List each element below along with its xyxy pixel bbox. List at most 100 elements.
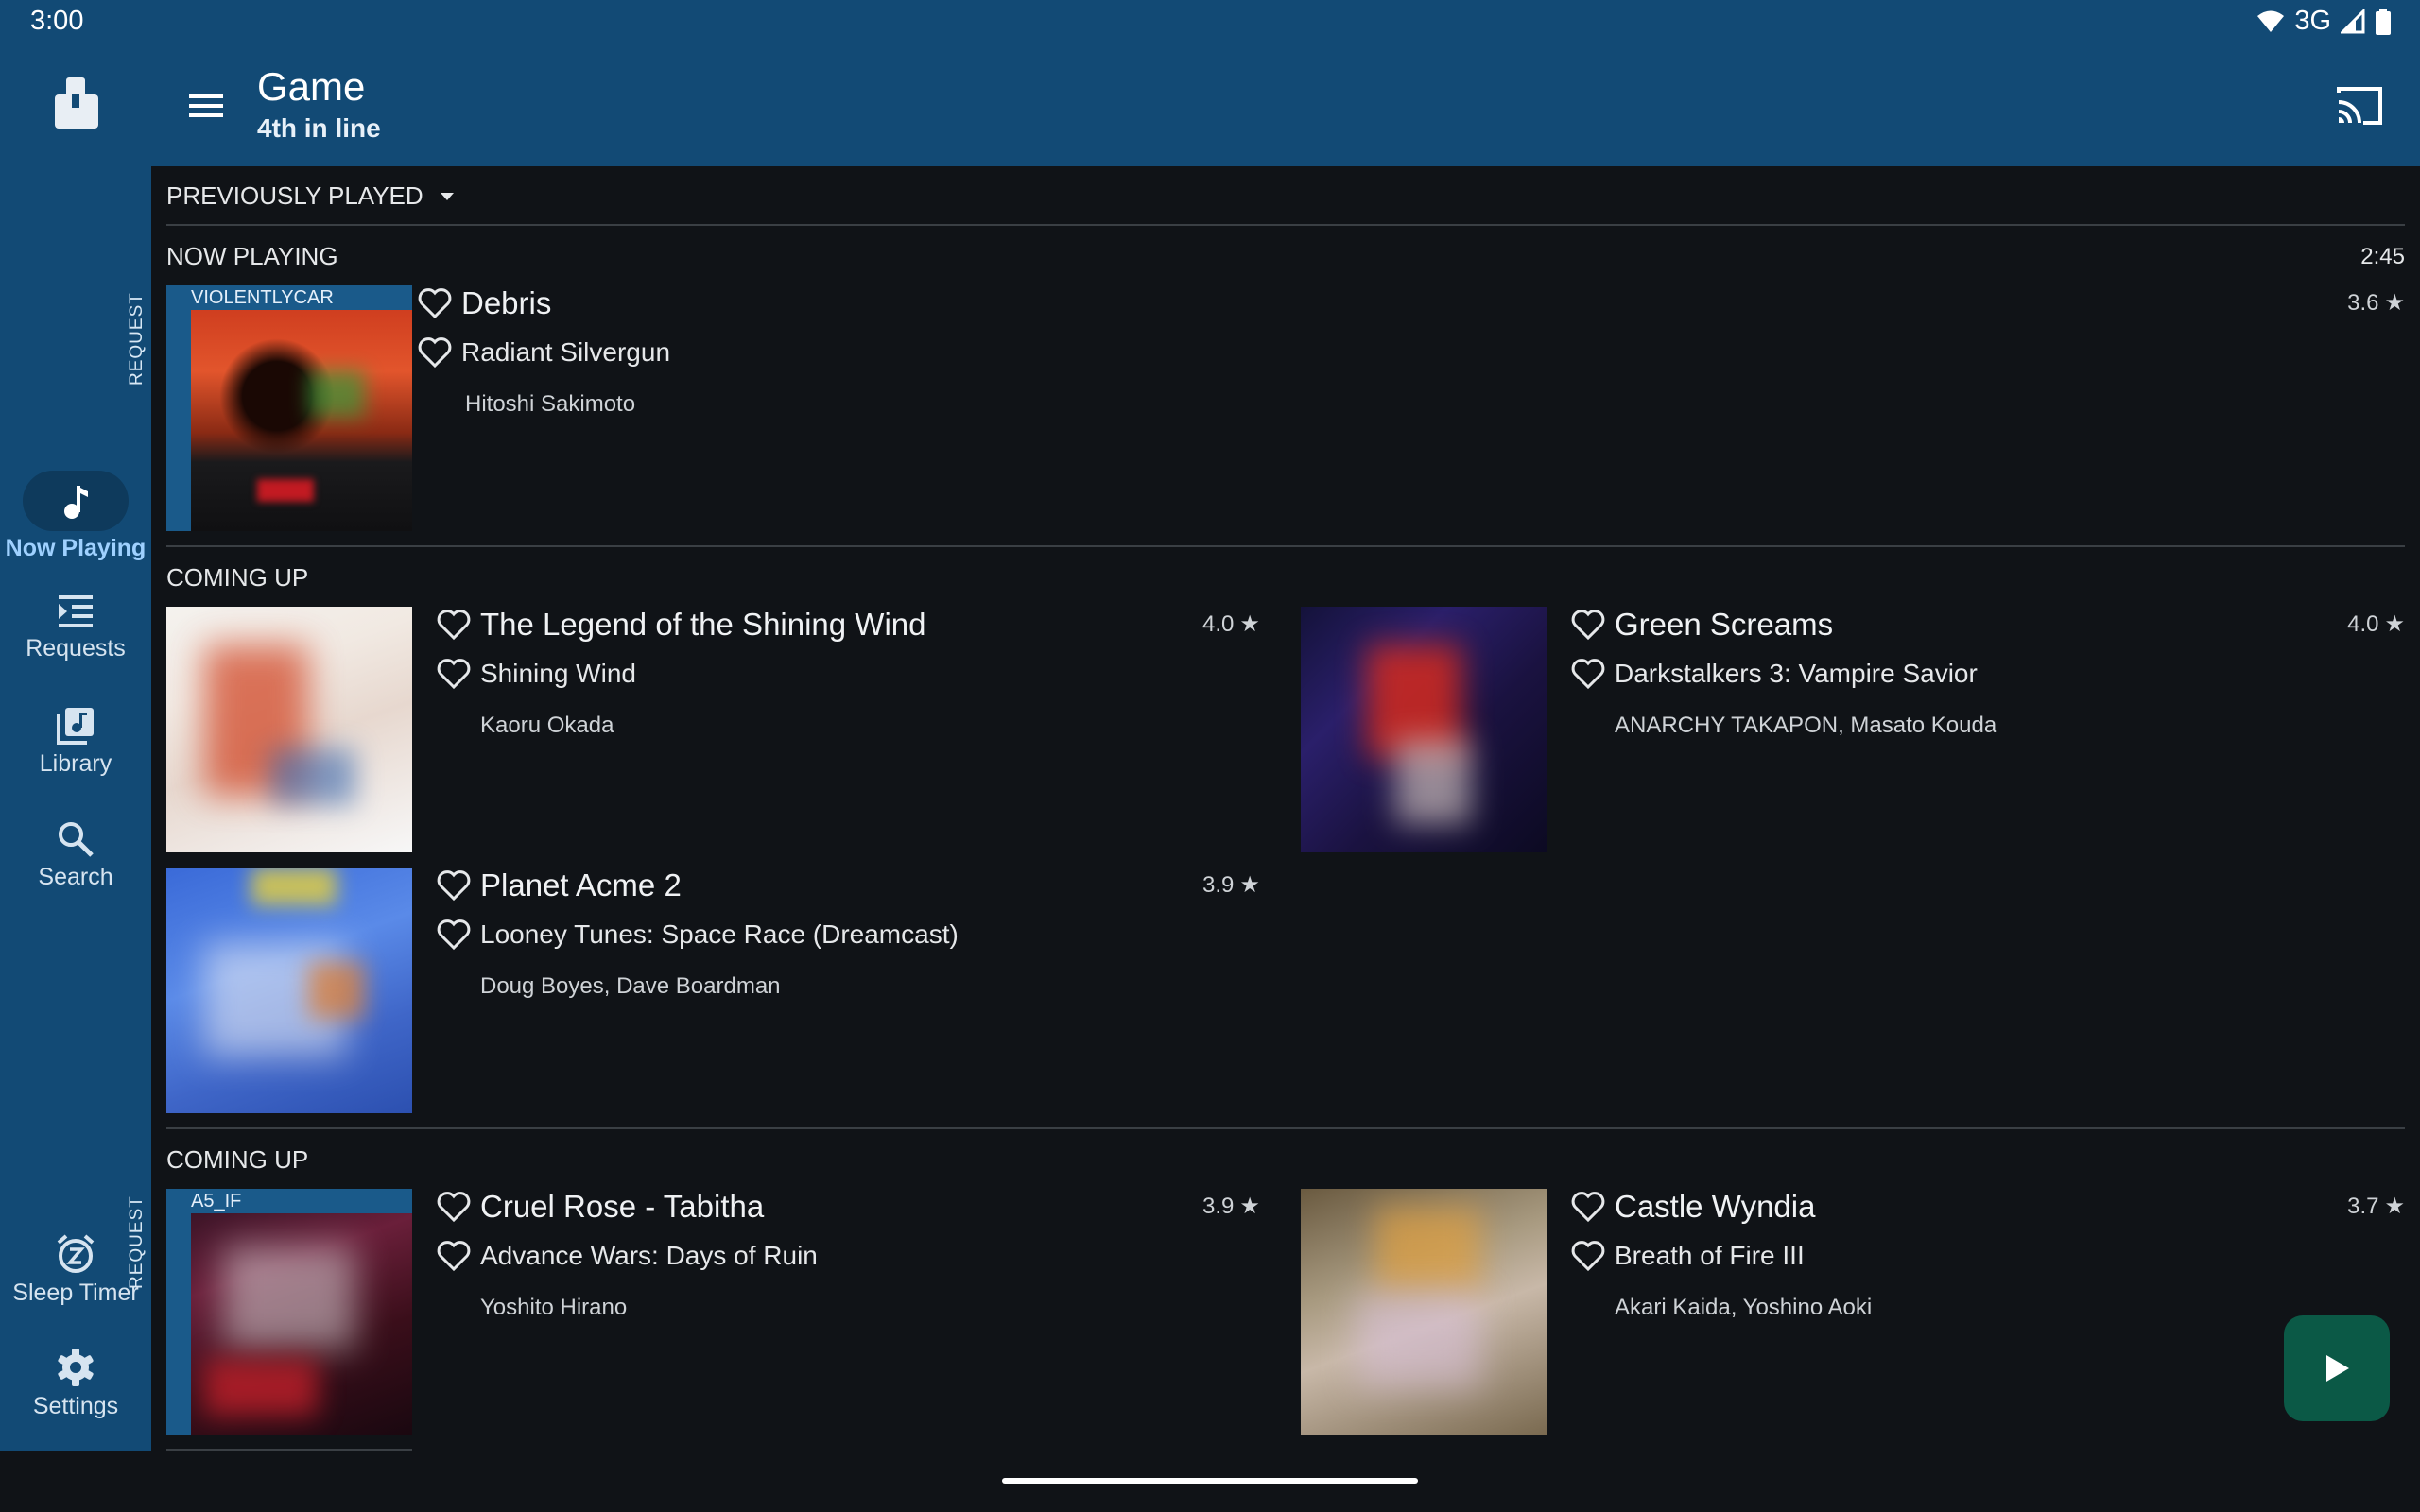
- favorite-album-heart-icon[interactable]: [437, 658, 471, 690]
- album-art: [1301, 1189, 1547, 1435]
- nav-active-indicator: [23, 471, 129, 531]
- nav-label: Library: [39, 750, 112, 777]
- nav-search[interactable]: Search: [0, 820, 151, 891]
- dropdown-arrow-icon: [440, 192, 454, 200]
- play-button[interactable]: [2284, 1315, 2390, 1421]
- queue-position: 4th in line: [257, 113, 381, 143]
- song-title: Castle Wyndia: [1615, 1189, 1816, 1224]
- album-art: [166, 607, 412, 852]
- network-type: 3G: [2294, 6, 2331, 36]
- album-art: [166, 1189, 412, 1435]
- star-icon: ★: [2384, 1194, 2405, 1219]
- previously-played-label: PREVIOUSLY PLAYED: [166, 181, 424, 210]
- request-badge: REQUEST: [127, 285, 191, 531]
- nav-now-playing[interactable]: Now Playing: [0, 471, 151, 562]
- artist-name: Doug Boyes, Dave Boardman: [480, 973, 781, 999]
- song-title: Planet Acme 2: [480, 868, 682, 902]
- favorite-album-heart-icon[interactable]: [418, 336, 452, 369]
- album-title: Looney Tunes: Space Race (Dreamcast): [480, 919, 959, 949]
- album-title: Shining Wind: [480, 659, 636, 688]
- queue-list-icon: [59, 595, 93, 627]
- favorite-song-heart-icon[interactable]: [418, 287, 452, 319]
- library-music-icon: [57, 708, 94, 745]
- album-art: [1301, 607, 1547, 852]
- favorite-album-heart-icon[interactable]: [437, 919, 471, 951]
- song-card[interactable]: The Legend of the Shining Wind Shining W…: [166, 607, 1270, 854]
- song-title: The Legend of the Shining Wind: [480, 607, 926, 642]
- battery-icon: [2376, 8, 2391, 35]
- snooze-alarm-icon: [57, 1234, 95, 1273]
- play-icon: [2326, 1355, 2349, 1382]
- wifi-icon: [2257, 10, 2285, 32]
- song-rating: 3.7 ★: [2347, 1193, 2405, 1220]
- star-icon: ★: [1239, 872, 1260, 898]
- album-title: Radiant Silvergun: [461, 337, 671, 367]
- favorite-album-heart-icon[interactable]: [437, 1240, 471, 1272]
- song-rating: 3.6 ★: [2347, 289, 2405, 317]
- album-title: Advance Wars: Days of Ruin: [480, 1241, 818, 1270]
- status-icons: 3G: [2256, 6, 2392, 37]
- now-playing-card[interactable]: REQUEST VIOLENTLYCAR Debris Radiant Silv…: [127, 285, 2405, 533]
- song-rating: 3.9 ★: [1202, 1193, 1260, 1220]
- song-title: Cruel Rose - Tabitha: [480, 1189, 765, 1224]
- top-app-bar: Game 4th in line: [151, 45, 2420, 166]
- app-logo-icon: [55, 77, 98, 129]
- song-rating: 4.0 ★: [1202, 610, 1260, 638]
- artist-name: ANARCHY TAKAPON, Masato Kouda: [1615, 713, 1997, 738]
- star-icon: ★: [2384, 290, 2405, 316]
- page-title: Game: [257, 64, 366, 109]
- divider: [166, 1127, 2405, 1129]
- nav-label: Sleep Timer: [12, 1280, 139, 1306]
- gear-icon: [58, 1349, 94, 1386]
- artist-name: Kaoru Okada: [480, 713, 614, 738]
- favorite-song-heart-icon[interactable]: [1571, 1191, 1605, 1223]
- menu-icon[interactable]: [183, 83, 229, 129]
- home-gesture-bar[interactable]: [1002, 1478, 1418, 1484]
- nav-label: Requests: [26, 635, 126, 662]
- favorite-song-heart-icon[interactable]: [437, 1191, 471, 1223]
- now-playing-heading: NOW PLAYING: [166, 242, 338, 270]
- cast-icon[interactable]: [2335, 83, 2384, 129]
- artist-name: Akari Kaida, Yoshino Aoki: [1615, 1295, 1873, 1320]
- divider: [166, 224, 2405, 226]
- favorite-song-heart-icon[interactable]: [1571, 609, 1605, 641]
- nav-library[interactable]: Library: [0, 707, 151, 778]
- song-rating: 4.0 ★: [2347, 610, 2405, 638]
- album-title: Breath of Fire III: [1615, 1241, 1805, 1270]
- favorite-album-heart-icon[interactable]: [1571, 1240, 1605, 1272]
- album-art: [166, 868, 412, 1113]
- signal-icon: [2341, 9, 2365, 33]
- nav-label: Now Playing: [5, 535, 147, 561]
- nav-label: Settings: [32, 1393, 119, 1419]
- elapsed-time: 2:45: [2360, 244, 2405, 269]
- artist-name: Yoshito Hirano: [480, 1295, 628, 1320]
- request-badge: REQUEST: [127, 1189, 191, 1435]
- song-card[interactable]: REQUEST A5_IF Cruel Rose - Tabitha Advan…: [127, 1189, 1270, 1436]
- song-rating: 3.9 ★: [1202, 871, 1260, 899]
- star-icon: ★: [1239, 611, 1260, 637]
- nav-settings[interactable]: Settings: [0, 1348, 151, 1420]
- search-icon: [59, 822, 94, 857]
- song-card[interactable]: Planet Acme 2 Looney Tunes: Space Race (…: [166, 868, 1270, 1115]
- divider: [166, 545, 2405, 547]
- music-note-icon: [64, 486, 88, 519]
- favorite-song-heart-icon[interactable]: [437, 869, 471, 902]
- song-card[interactable]: Green Screams Darkstalkers 3: Vampire Sa…: [1301, 607, 2405, 854]
- favorite-album-heart-icon[interactable]: [1571, 658, 1605, 690]
- song-card[interactable]: Castle Wyndia Breath of Fire III Akari K…: [1301, 1189, 2405, 1436]
- nav-requests[interactable]: Requests: [0, 593, 151, 662]
- coming-up-heading: COMING UP: [166, 563, 309, 592]
- album-art: [166, 285, 412, 531]
- divider: [166, 1449, 412, 1451]
- station-content: PREVIOUSLY PLAYED NOW PLAYING 2:45 REQUE…: [127, 166, 2420, 1451]
- song-title: Green Screams: [1615, 607, 1834, 642]
- coming-up-heading: COMING UP: [166, 1145, 309, 1174]
- star-icon: ★: [1239, 1194, 1260, 1219]
- nav-label: Search: [38, 864, 113, 890]
- requester-name: A5_IF: [191, 1189, 412, 1213]
- status-time: 3:00: [30, 6, 84, 36]
- previously-played-dropdown[interactable]: PREVIOUSLY PLAYED: [166, 181, 454, 211]
- requester-name: VIOLENTLYCAR: [191, 285, 412, 310]
- favorite-song-heart-icon[interactable]: [437, 609, 471, 641]
- status-bar: 3:00 3G: [0, 0, 2420, 45]
